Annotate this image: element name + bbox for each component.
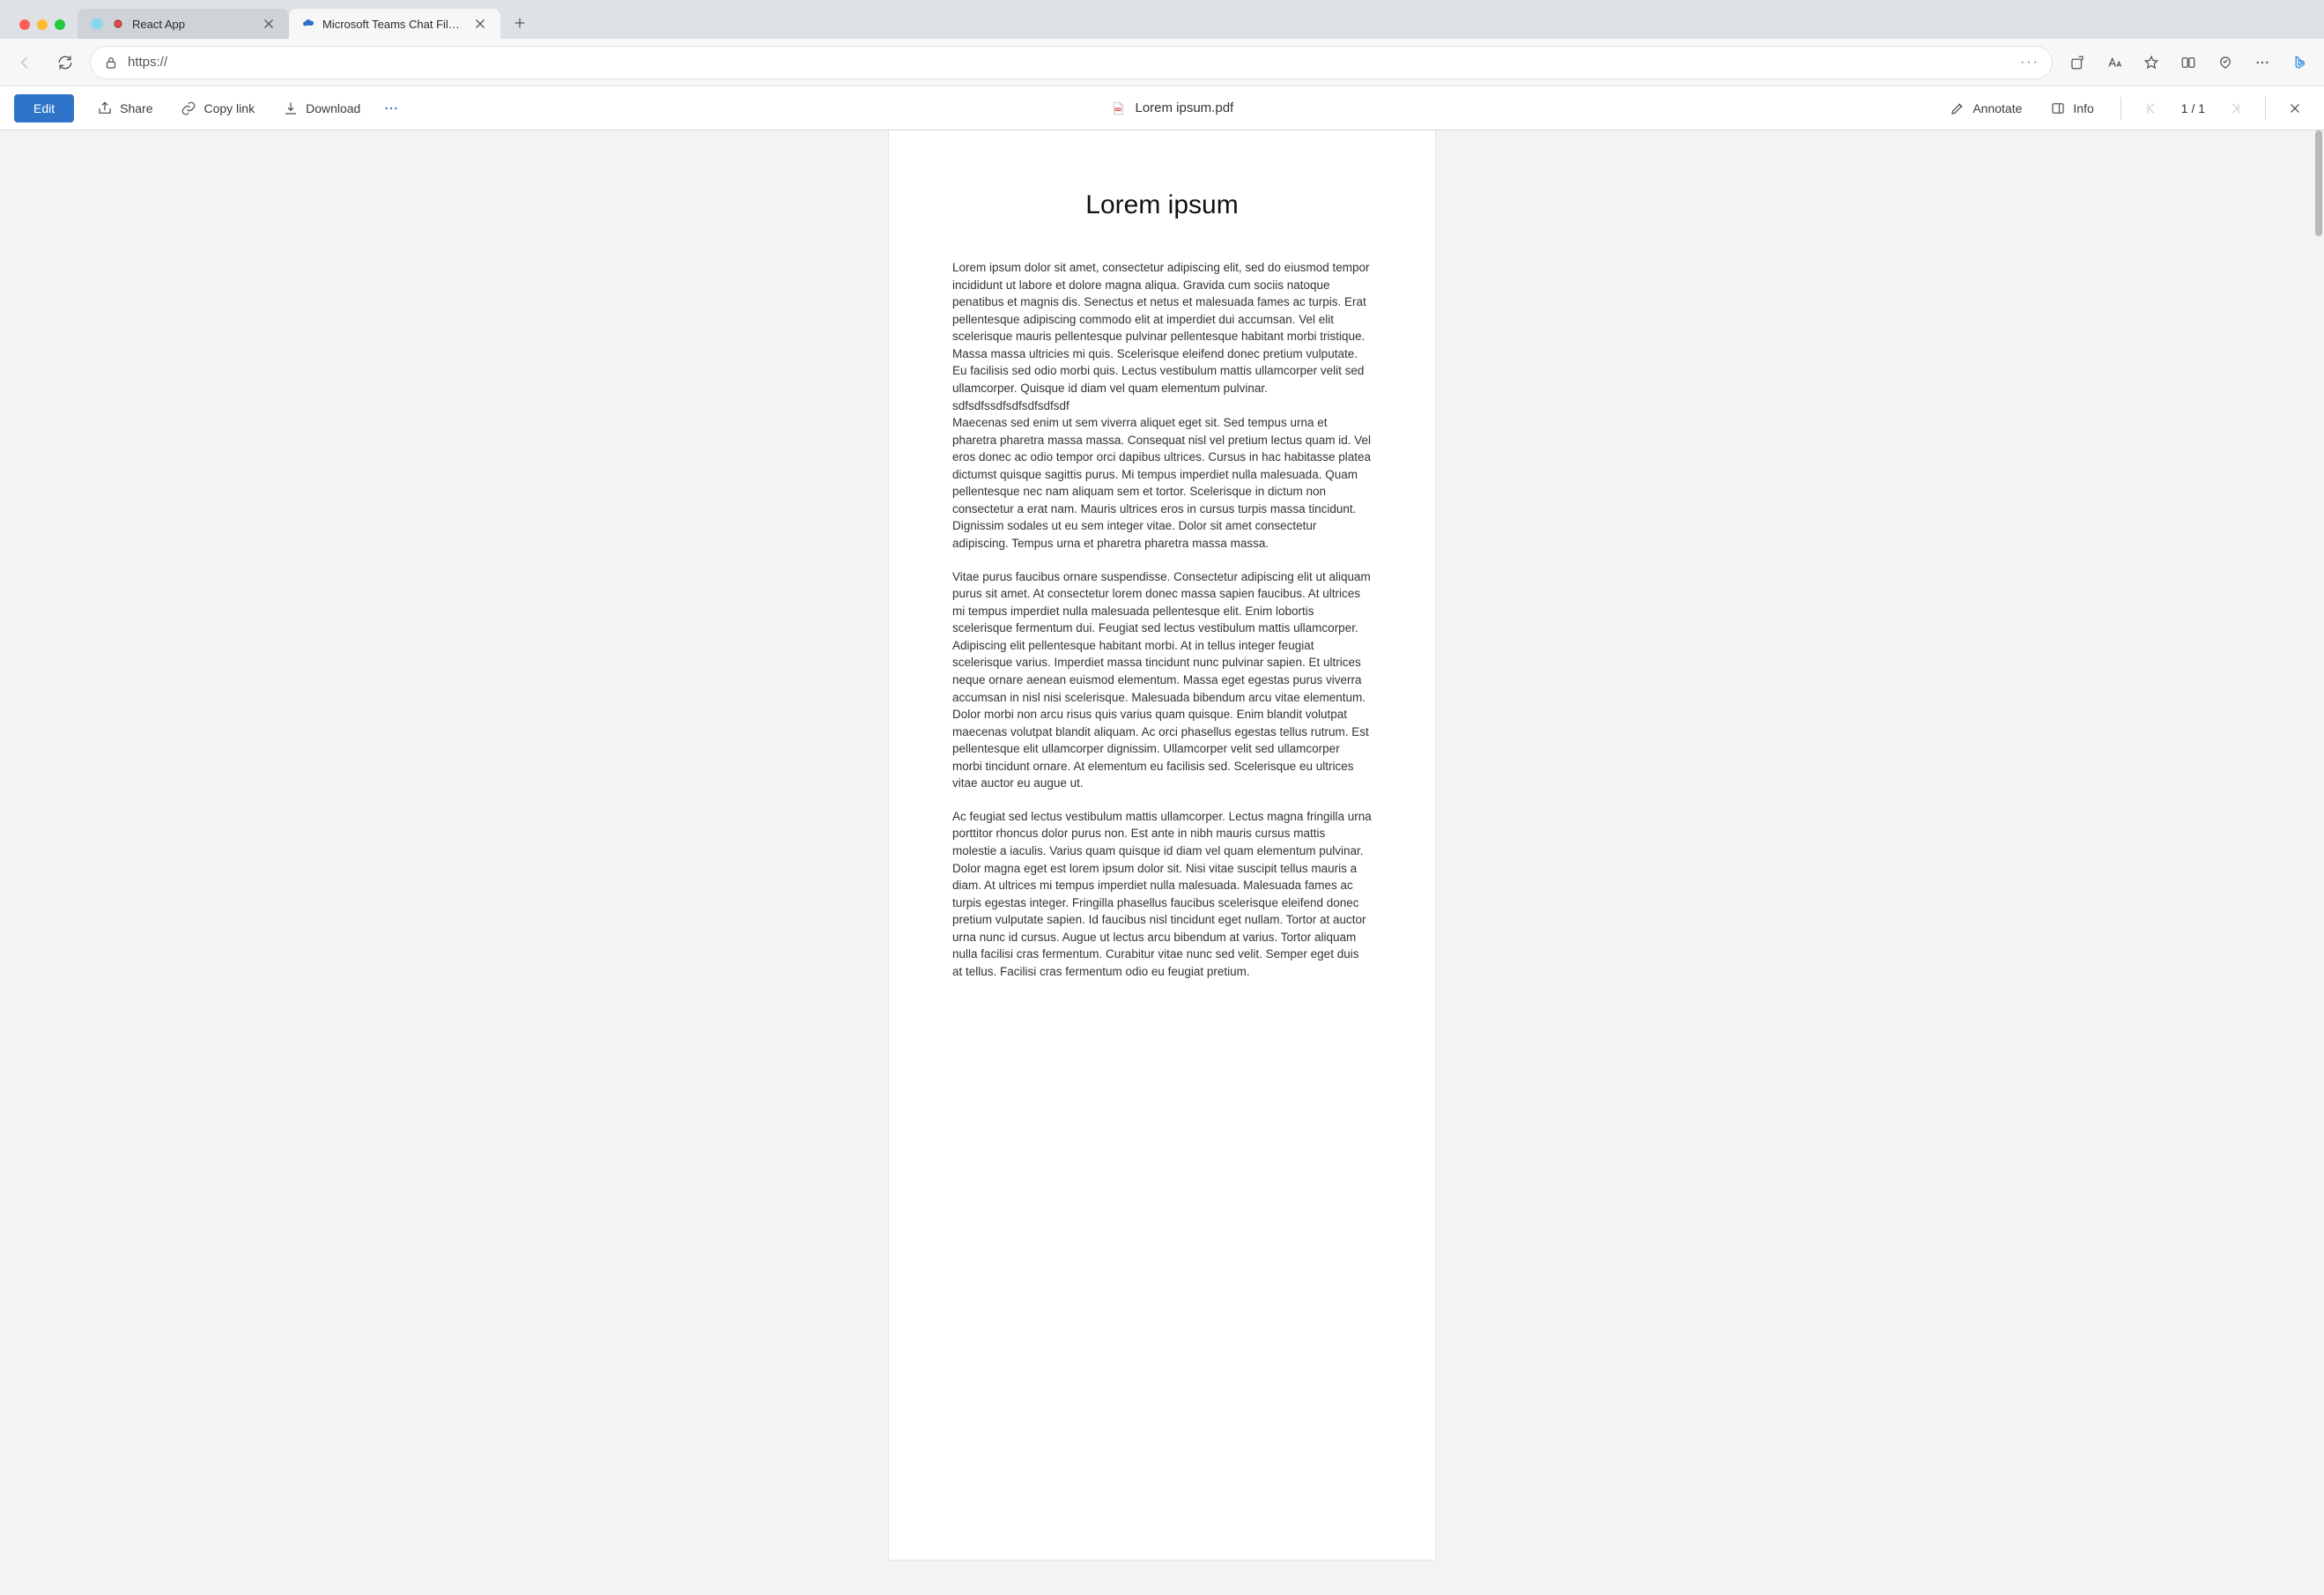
window-zoom-button[interactable] [55,19,65,30]
browser-tab-active[interactable]: Microsoft Teams Chat Files - O [289,9,500,39]
annotate-button[interactable]: Annotate [1937,93,2034,123]
lock-icon [103,55,119,70]
annotate-label: Annotate [1972,101,2022,115]
scrollbar-thumb[interactable] [2315,130,2322,236]
info-button[interactable]: Info [2038,93,2106,123]
download-label: Download [306,101,360,115]
doc-page: Lorem ipsum Lorem ipsum dolor sit amet, … [889,130,1435,1560]
more-horizontal-icon [2254,55,2270,70]
close-icon [472,16,488,32]
info-label: Info [2073,101,2093,115]
nav-back-button[interactable] [9,47,41,78]
browser-toolbar: https:// ··· [0,39,2324,86]
edit-label: Edit [33,101,55,115]
address-bar[interactable]: https:// ··· [90,46,2053,79]
info-panel-icon [2050,100,2066,116]
split-screen-button[interactable] [2172,47,2204,78]
highlighter-icon [1950,100,1965,116]
collections-icon [2217,55,2233,70]
address-url: https:// [128,55,2011,70]
doc-viewer[interactable]: Lorem ipsum Lorem ipsum dolor sit amet, … [0,130,2324,1595]
favorites-button[interactable] [2135,47,2167,78]
download-icon [283,100,299,116]
bing-button[interactable] [2283,47,2315,78]
bing-icon [2291,55,2307,70]
prev-page-button[interactable] [2135,93,2165,123]
tab-close-button[interactable] [261,16,277,32]
more-horizontal-icon [383,100,399,116]
browser-menu-button[interactable] [2246,47,2278,78]
address-more-icon[interactable]: ··· [2020,55,2039,70]
close-icon [2287,100,2303,116]
collections-button[interactable] [2209,47,2241,78]
read-aloud-button[interactable] [2098,47,2130,78]
tab-title: Microsoft Teams Chat Files - O [322,18,465,31]
star-icon [2143,55,2159,70]
window-close-button[interactable] [19,19,30,30]
page-counter: 1 / 1 [2169,101,2217,115]
link-icon [181,100,196,116]
close-icon [261,16,277,32]
chevron-first-icon [2143,100,2158,116]
split-screen-icon [2180,55,2196,70]
extensions-icon [2069,55,2085,70]
copy-link-label: Copy link [204,101,255,115]
window-minimize-button[interactable] [37,19,48,30]
share-icon [97,100,113,116]
browser-tab-strip: React App Microsoft Teams Chat Files - O [0,0,2324,39]
doc-title: Lorem ipsum [952,190,1372,220]
copy-link-button[interactable]: Copy link [168,93,267,123]
browser-tab[interactable]: React App [78,9,289,39]
record-icon [111,17,125,31]
nav-refresh-button[interactable] [49,47,81,78]
toolbar-divider [2265,97,2266,120]
share-label: Share [120,101,152,115]
doc-viewer-toolbar: Edit Share Copy link Download Lorem ipsu… [0,86,2324,130]
text-size-icon [2106,55,2122,70]
extensions-button[interactable] [2061,47,2093,78]
close-viewer-button[interactable] [2280,93,2310,123]
window-controls [7,19,78,39]
scrollbar-track [2315,130,2322,1595]
toolbar-divider [2120,97,2121,120]
plus-icon [512,15,528,31]
pdf-file-icon [1110,100,1126,116]
share-button[interactable]: Share [85,93,165,123]
chevron-last-icon [2228,100,2244,116]
doc-paragraph: Vitae purus faucibus ornare suspendisse.… [952,568,1372,792]
new-tab-button[interactable] [506,9,534,37]
tab-close-button[interactable] [472,16,488,32]
doc-paragraph: Lorem ipsum dolor sit amet, consectetur … [952,259,1372,553]
refresh-icon [56,54,74,71]
arrow-left-icon [16,54,33,71]
next-page-button[interactable] [2221,93,2251,123]
onedrive-favicon-icon [301,17,315,31]
react-favicon-icon [90,17,104,31]
doc-filename: Lorem ipsum.pdf [1110,100,1233,116]
download-button[interactable]: Download [270,93,373,123]
doc-paragraph: Ac feugiat sed lectus vestibulum mattis … [952,808,1372,981]
tab-title: React App [132,18,254,31]
edit-button[interactable]: Edit [14,94,74,122]
doc-filename-text: Lorem ipsum.pdf [1135,100,1233,115]
more-actions-button[interactable] [376,93,406,123]
